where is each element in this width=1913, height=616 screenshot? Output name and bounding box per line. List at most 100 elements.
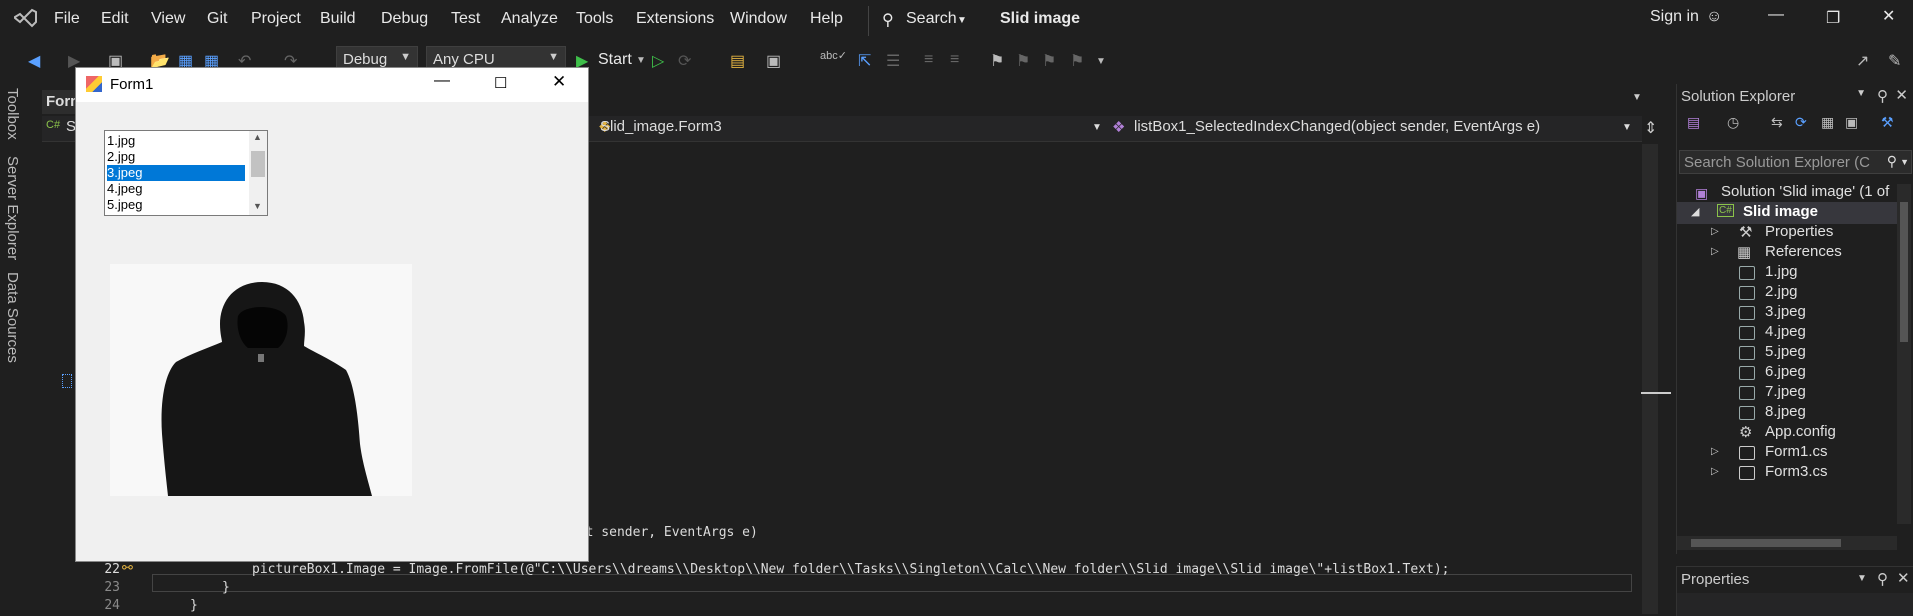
back-icon[interactable]: ◀ [28,51,40,71]
align-icon[interactable]: ☰ [886,51,900,71]
sync-icon[interactable]: ⇆ [1771,114,1783,131]
history-icon[interactable]: ◷ [1727,114,1739,131]
data-sources-tab[interactable]: Data Sources [4,272,21,363]
collapse-arrow-icon[interactable]: ▷ [1711,466,1719,477]
list-item[interactable]: 5.jpeg [107,197,245,213]
menu-debug[interactable]: Debug [381,10,428,28]
menu-analyze[interactable]: Analyze [501,10,558,28]
nav-member-dropdown[interactable]: listBox1_SelectedIndexChanged(object sen… [1134,118,1540,140]
pin-icon[interactable]: ⚲ [1877,570,1888,588]
menu-edit[interactable]: Edit [101,10,129,28]
hot-reload-icon[interactable]: ⟳ [678,51,691,71]
search-solution-input[interactable]: Search Solution Explorer (C ⚲ ▼ [1679,150,1912,174]
menu-view[interactable]: View [151,10,185,28]
file-node[interactable]: 5.jpeg [1765,343,1806,360]
file-node[interactable]: Form3.cs [1765,463,1828,480]
menu-extensions[interactable]: Extensions [636,10,714,28]
switch-views-icon[interactable]: ▤ [1687,114,1700,131]
tree-vertical-scrollbar[interactable] [1897,184,1911,524]
properties-node[interactable]: Properties [1765,223,1833,240]
close-icon[interactable]: ✕ [1897,569,1910,587]
close-icon[interactable]: ✕ [1895,86,1908,104]
collapse-arrow-icon[interactable]: ▷ [1711,246,1719,257]
collapse-arrow-icon[interactable]: ▷ [1711,226,1719,237]
start-button[interactable]: Start [598,51,632,69]
chevron-down-icon[interactable]: ▼ [1900,157,1909,167]
clear-bookmarks-icon[interactable]: ⚑ [1070,51,1084,71]
feedback-icon[interactable]: ✎ [1888,51,1901,71]
list-item-selected[interactable]: 3.jpeg [107,165,245,181]
bookmark-icon[interactable]: ⚑ [990,51,1004,71]
minimize-icon[interactable]: — [1768,6,1784,24]
file-node[interactable]: App.config [1765,423,1836,440]
account-icon[interactable]: ☺ [1706,8,1722,26]
menu-project[interactable]: Project [251,10,301,28]
vertical-scrollbar[interactable] [1642,144,1658,614]
listbox-scrollbar[interactable]: ▲ ▼ [249,131,267,215]
file-node[interactable]: 6.jpeg [1765,363,1806,380]
spell-check-icon[interactable]: abc✓ [820,49,847,62]
menu-tools[interactable]: Tools [576,10,613,28]
refresh-icon[interactable]: ⟳ [1795,114,1807,131]
toolbox-tab[interactable]: Toolbox [4,88,21,140]
listbox1[interactable]: 1.jpg 2.jpg 3.jpeg 4.jpeg 5.jpeg ▲ ▼ [104,130,268,216]
search-icon[interactable]: ⚲ [882,10,894,30]
scroll-thumb[interactable] [251,151,265,177]
tree-horizontal-scrollbar[interactable] [1677,536,1897,550]
file-node[interactable]: 8.jpeg [1765,403,1806,420]
live-share-icon[interactable]: ↗ [1856,51,1869,71]
references-node[interactable]: References [1765,243,1842,260]
toolbar-overflow-icon[interactable]: ▼ [1096,56,1106,67]
pointer-icon[interactable]: ⇱ [858,51,871,71]
scroll-down-icon[interactable]: ▼ [253,201,262,211]
wrench-icon[interactable]: ⚒ [1881,114,1894,131]
file-node[interactable]: Form1.cs [1765,443,1828,460]
collapse-all-icon[interactable]: ▦ [1821,114,1834,131]
menu-build[interactable]: Build [320,10,356,28]
properties-object-select[interactable] [1677,593,1913,616]
minimize-icon[interactable]: — [434,72,450,90]
chevron-down-icon[interactable]: ▼ [957,15,967,26]
file-node[interactable]: 3.jpeg [1765,303,1806,320]
folder-icon[interactable]: ▤ [730,51,745,71]
chevron-down-icon[interactable]: ▼ [1856,88,1866,99]
scroll-thumb[interactable] [1900,202,1908,342]
menu-test[interactable]: Test [451,10,480,28]
close-window-icon[interactable]: ✕ [1882,6,1895,26]
layout-icon[interactable]: ▣ [766,51,781,71]
project-node[interactable]: Slid image [1743,203,1818,220]
outdent-icon[interactable]: ≡ [950,51,959,69]
next-bookmark-icon[interactable]: ⚑ [1042,51,1056,71]
maximize-icon[interactable]: ☐ [494,74,507,92]
file-node[interactable]: 7.jpeg [1765,383,1806,400]
list-item[interactable]: 4.jpeg [107,181,245,197]
scroll-thumb[interactable] [1691,539,1841,547]
start-without-debug-icon[interactable]: ▷ [652,51,664,71]
sign-in-link[interactable]: Sign in [1650,8,1699,26]
collapse-arrow-icon[interactable]: ▷ [1711,446,1719,457]
nav-class-dropdown[interactable]: Slid_image.Form3 [600,118,722,140]
search-icon[interactable]: ⚲ [1887,153,1897,170]
menu-git[interactable]: Git [207,10,227,28]
lightbulb-icon[interactable]: ⚯ [122,560,133,576]
close-icon[interactable]: ✕ [552,72,566,92]
show-all-files-icon[interactable]: ▣ [1845,114,1858,131]
chevron-down-icon[interactable]: ▼ [1857,573,1867,584]
indent-icon[interactable]: ≡ [924,51,933,69]
expand-icon[interactable]: ◢ [1691,205,1699,218]
list-item[interactable]: 2.jpg [107,149,245,165]
tab-list-icon[interactable]: ▼ [1632,92,1642,103]
pin-icon[interactable]: ⚲ [1877,87,1888,105]
form-title-bar[interactable]: Form1 — ☐ ✕ [76,68,588,102]
scroll-up-icon[interactable]: ▲ [253,132,262,142]
menu-file[interactable]: File [54,10,80,28]
chevron-down-icon[interactable]: ▼ [1622,122,1632,144]
solution-node[interactable]: Solution 'Slid image' (1 of [1721,183,1889,200]
list-item[interactable]: 1.jpg [107,133,245,149]
file-node[interactable]: 4.jpeg [1765,323,1806,340]
menu-help[interactable]: Help [810,10,843,28]
split-editor-icon[interactable]: ⇕ [1644,118,1657,138]
prev-bookmark-icon[interactable]: ⚑ [1016,51,1030,71]
chevron-down-icon[interactable]: ▼ [636,55,646,66]
vs-logo-icon[interactable] [12,8,40,34]
